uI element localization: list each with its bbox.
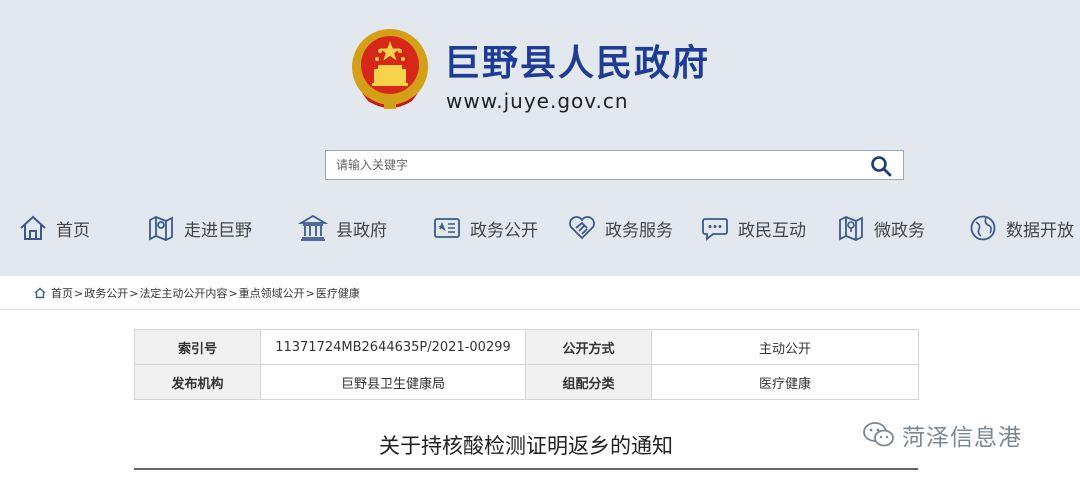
nav-label: 政务公开 — [470, 220, 538, 241]
nav-label: 县政府 — [336, 220, 387, 241]
breadcrumb: 首页 > 政务公开 > 法定主动公开内容 > 重点领域公开 > 医疗健康 — [34, 285, 360, 301]
nav-label: 政民互动 — [738, 220, 806, 241]
divider — [0, 309, 1080, 310]
nav-open-data[interactable]: 数据开放 — [968, 208, 1074, 248]
search-icon[interactable] — [869, 154, 893, 178]
breadcrumb-item[interactable]: 医疗健康 — [316, 285, 360, 301]
metadata-key: 组配分类 — [525, 364, 652, 400]
site-url: www.juye.gov.cn — [446, 89, 629, 113]
nav-home[interactable]: 首页 — [18, 208, 90, 248]
chat-icon — [702, 218, 728, 241]
metadata-key: 公开方式 — [525, 329, 652, 365]
nav-open-affairs[interactable]: 政务公开 — [432, 208, 538, 248]
nav-label: 走进巨野 — [184, 220, 252, 241]
nav-micro-government[interactable]: 微政务 — [836, 208, 925, 248]
national-emblem-icon — [352, 29, 428, 109]
wechat-icon — [863, 422, 894, 447]
nav-about-juye[interactable]: 走进巨野 — [146, 208, 252, 248]
document-metadata-table: 索引号 11371724MB2644635P/2021-00299 公开方式 主… — [134, 329, 919, 400]
breadcrumb-item[interactable]: 政务公开 — [84, 285, 128, 301]
nav-label: 政务服务 — [605, 220, 673, 241]
nav-county-government[interactable]: 县政府 — [298, 208, 387, 248]
handshake-icon — [569, 216, 595, 240]
metadata-value: 主动公开 — [651, 329, 919, 365]
home-icon — [34, 287, 46, 299]
home-icon — [20, 215, 46, 240]
nav-label: 数据开放 — [1006, 220, 1074, 241]
breadcrumb-item[interactable]: 首页 — [51, 285, 73, 301]
globe-icon — [970, 215, 996, 241]
metadata-value: 11371724MB2644635P/2021-00299 — [260, 329, 526, 365]
mini-map-icon — [839, 216, 863, 241]
metadata-value: 医疗健康 — [651, 364, 919, 400]
site-title: 巨野县人民政府 — [444, 43, 711, 84]
nav-label: 微政务 — [874, 220, 925, 241]
table-row: 发布机构 巨野县卫生健康局 组配分类 医疗健康 — [134, 364, 919, 400]
nav-government-services[interactable]: 政务服务 — [567, 208, 673, 248]
search-input[interactable] — [326, 151, 876, 179]
watermark-text: 菏泽信息港 — [902, 425, 1022, 451]
nav-citizen-interaction[interactable]: 政民互动 — [700, 208, 806, 248]
search-box — [325, 150, 904, 180]
metadata-key: 索引号 — [134, 329, 261, 365]
breadcrumb-item[interactable]: 法定主动公开内容 — [139, 285, 227, 301]
open-affairs-icon — [434, 218, 460, 238]
watermark: 菏泽信息港 — [862, 418, 1022, 452]
nav-label: 首页 — [56, 220, 90, 241]
article-title: 关于持核酸检测证明返乡的通知 — [379, 434, 673, 458]
government-building-icon — [298, 214, 328, 241]
metadata-value: 巨野县卫生健康局 — [260, 364, 526, 400]
map-icon — [149, 216, 173, 241]
metadata-key: 发布机构 — [134, 364, 261, 400]
title-divider — [134, 468, 918, 470]
table-row: 索引号 11371724MB2644635P/2021-00299 公开方式 主… — [134, 329, 919, 365]
breadcrumb-item[interactable]: 重点领域公开 — [239, 285, 305, 301]
